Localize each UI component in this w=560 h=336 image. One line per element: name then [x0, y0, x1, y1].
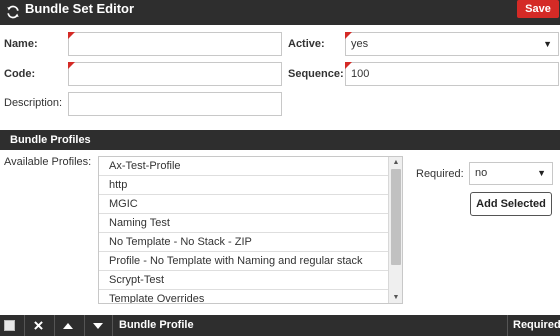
required-flag-icon — [68, 62, 75, 69]
active-value: yes — [351, 38, 369, 50]
column-header-bundle-profile[interactable]: Bundle Profile — [119, 315, 194, 336]
title-bar: Bundle Set Editor Save — [0, 0, 560, 25]
sequence-field[interactable]: 100 — [345, 62, 559, 86]
available-profiles-label: Available Profiles: — [4, 156, 92, 168]
list-item[interactable]: Template Overrides — [99, 290, 402, 303]
table-header: Bundle Profile Required — [0, 315, 560, 336]
column-divider — [507, 315, 508, 336]
column-divider — [24, 315, 25, 336]
sequence-value: 100 — [351, 68, 370, 80]
required-value: no — [475, 167, 488, 179]
column-divider — [54, 315, 55, 336]
scroll-up-icon[interactable]: ▲ — [389, 157, 402, 168]
required-select[interactable]: no ▼ — [469, 162, 553, 185]
delete-icon[interactable] — [34, 321, 43, 330]
active-label: Active: — [288, 38, 325, 50]
refresh-icon[interactable] — [6, 5, 20, 19]
list-item[interactable]: Naming Test — [99, 214, 402, 233]
move-down-icon[interactable] — [93, 323, 103, 329]
caret-down-icon: ▼ — [537, 168, 546, 178]
column-divider — [84, 315, 85, 336]
list-item[interactable]: MGIC — [99, 195, 402, 214]
page-title: Bundle Set Editor — [25, 1, 135, 16]
code-field[interactable] — [68, 62, 282, 86]
list-item[interactable]: Ax-Test-Profile — [99, 157, 402, 176]
column-header-required[interactable]: Required — [513, 315, 560, 336]
required-flag-icon — [345, 32, 352, 39]
required-label: Required: — [416, 168, 464, 180]
scroll-down-icon[interactable]: ▼ — [389, 292, 402, 303]
required-flag-icon — [345, 62, 352, 69]
save-button[interactable]: Save — [517, 0, 559, 18]
list-item[interactable]: Scrypt-Test — [99, 271, 402, 290]
bundle-profiles-header: Bundle Profiles — [0, 130, 560, 150]
sequence-label: Sequence: — [288, 68, 344, 80]
list-item[interactable]: Profile - No Template with Naming and re… — [99, 252, 402, 271]
listbox-scrollbar[interactable]: ▲ ▼ — [388, 157, 402, 303]
caret-down-icon: ▼ — [543, 39, 552, 49]
name-field[interactable] — [68, 32, 282, 56]
name-label: Name: — [4, 38, 38, 50]
description-field[interactable] — [68, 92, 282, 116]
required-flag-icon — [68, 32, 75, 39]
column-divider — [112, 315, 113, 336]
available-profiles-list[interactable]: Ax-Test-Profile http MGIC Naming Test No… — [98, 156, 403, 304]
scrollbar-thumb[interactable] — [391, 169, 401, 265]
move-up-icon[interactable] — [63, 323, 73, 329]
select-all-checkbox[interactable] — [4, 320, 15, 331]
active-select[interactable]: yes ▼ — [345, 32, 559, 56]
code-label: Code: — [4, 68, 36, 80]
list-item[interactable]: http — [99, 176, 402, 195]
list-item[interactable]: No Template - No Stack - ZIP — [99, 233, 402, 252]
add-selected-button[interactable]: Add Selected — [470, 192, 552, 216]
description-label: Description: — [4, 97, 63, 109]
